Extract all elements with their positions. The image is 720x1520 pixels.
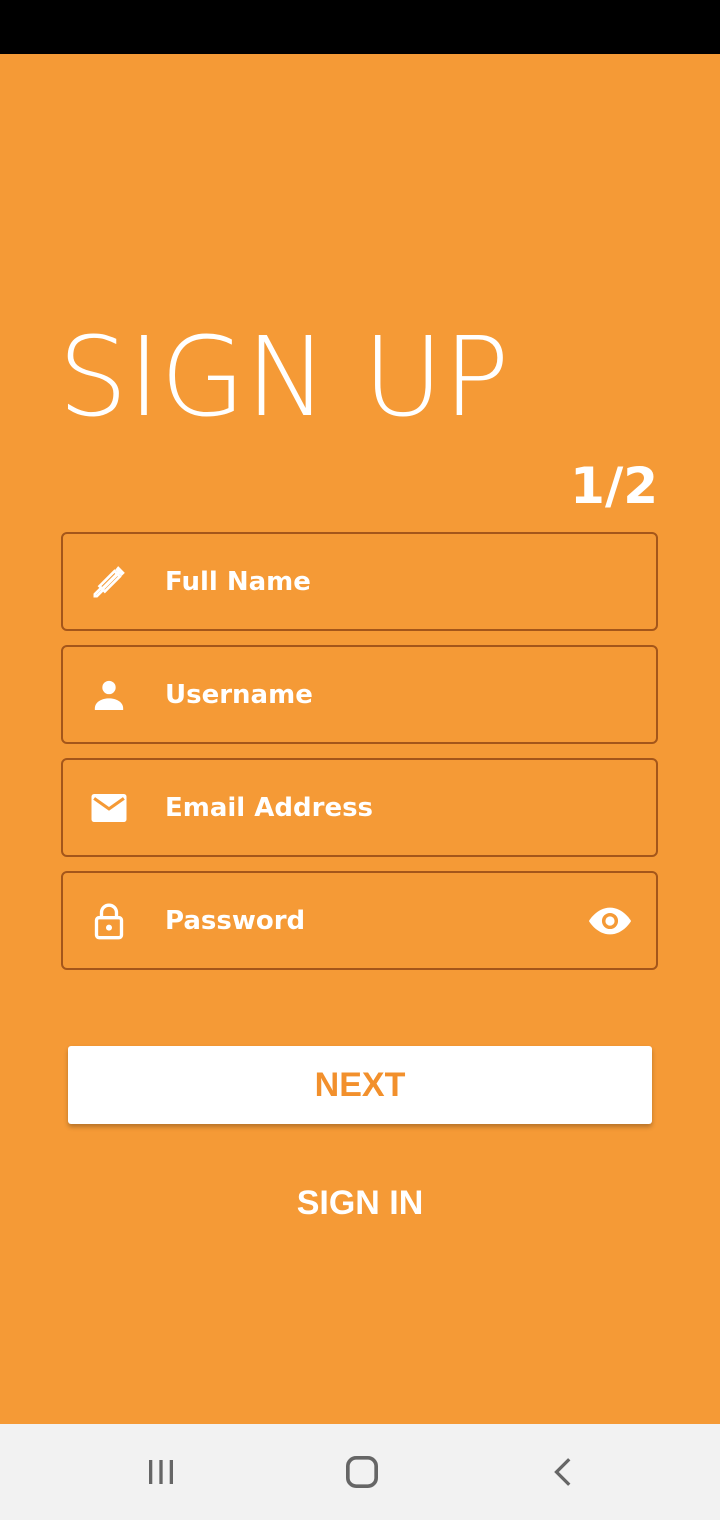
system-navbar <box>0 1424 720 1520</box>
username-label: Username <box>165 679 313 710</box>
password-field[interactable]: Password <box>61 871 658 970</box>
next-button[interactable]: NEXT <box>68 1046 652 1124</box>
lock-icon <box>87 899 131 943</box>
page-title: SIGN UP <box>58 313 510 441</box>
email-label: Email Address <box>165 792 374 823</box>
password-label: Password <box>165 905 306 936</box>
home-icon[interactable] <box>338 1448 386 1496</box>
full-name-field[interactable]: Full Name <box>61 532 658 631</box>
signup-screen: SIGN UP 1/2 Full Name Username Email Add… <box>0 54 720 1424</box>
username-field[interactable]: Username <box>61 645 658 744</box>
step-indicator: 1/2 <box>570 457 658 515</box>
recent-apps-icon[interactable] <box>137 1448 185 1496</box>
mail-icon <box>87 786 131 830</box>
person-icon <box>87 673 131 717</box>
sign-in-link[interactable]: SIGN IN <box>0 1184 720 1223</box>
pen-icon <box>87 560 131 604</box>
eye-icon[interactable] <box>586 897 634 945</box>
email-field[interactable]: Email Address <box>61 758 658 857</box>
full-name-label: Full Name <box>165 566 311 597</box>
status-bar <box>0 0 720 54</box>
back-icon[interactable] <box>540 1448 588 1496</box>
